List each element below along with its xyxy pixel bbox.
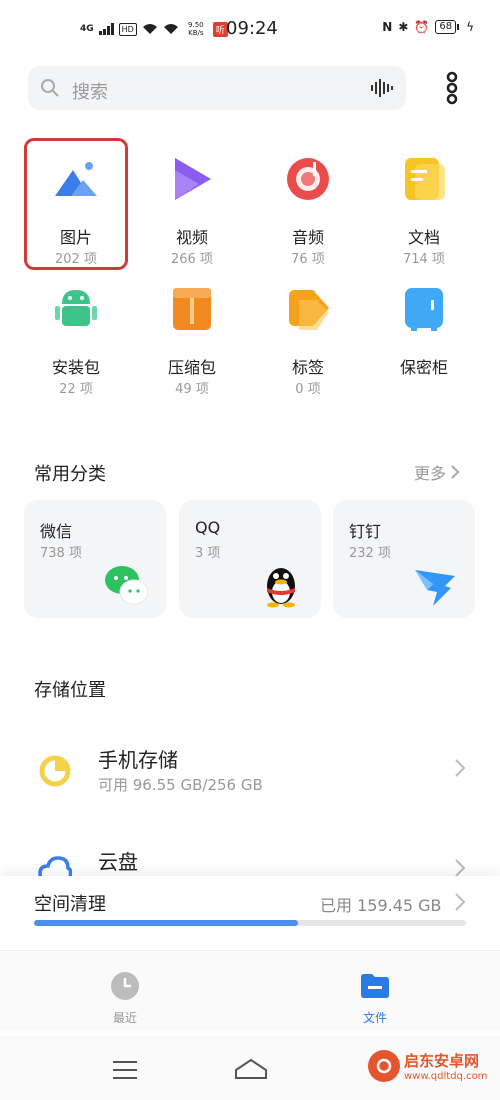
- wifi-icon: [163, 24, 178, 34]
- nfc-icon: N: [382, 20, 393, 34]
- folder-icon: [361, 974, 389, 998]
- network-type: 4G: [80, 24, 94, 34]
- category-label: 视频: [175, 228, 208, 247]
- space-cleanup-bar[interactable]: 空间清理 已用 159.45 GB: [0, 876, 500, 946]
- card-name: QQ: [195, 518, 221, 537]
- chevron-right-icon: [451, 465, 460, 479]
- watermark-url: www.qdltdq.com: [404, 1071, 488, 1082]
- cloud-storage-row[interactable]: 云盘: [0, 832, 500, 876]
- clock: 09:24: [226, 18, 278, 39]
- category-documents[interactable]: 文档 714 项: [374, 148, 474, 268]
- storage-name: 云盘: [98, 850, 138, 874]
- more-label: 更多: [414, 464, 447, 483]
- charging-icon: ϟ: [466, 20, 474, 34]
- bottom-nav: 最近 文件: [0, 950, 500, 1030]
- hd-badge: HD: [118, 22, 137, 36]
- safe-icon: [405, 288, 443, 331]
- card-name: 微信: [40, 522, 73, 541]
- category-label: 保密柜: [399, 358, 448, 377]
- cloud-icon: [38, 856, 72, 876]
- storage-available: 可用 96.55 GB/256 GB: [98, 776, 263, 794]
- storage-progress-fill: [34, 920, 298, 926]
- nav-label: 最近: [112, 1011, 137, 1025]
- more-link[interactable]: 更多: [414, 460, 460, 484]
- storage-progress-bar: [34, 920, 466, 926]
- category-apks[interactable]: 安装包 22 项: [26, 278, 126, 398]
- category-count: 714 项: [403, 252, 445, 267]
- category-videos[interactable]: 视频 266 项: [142, 148, 242, 268]
- tag-icon: [289, 290, 329, 330]
- category-label: 文档: [407, 228, 440, 247]
- battery-indicator: 68: [435, 20, 459, 34]
- card-count: 3 项: [195, 546, 221, 561]
- wifi-icon: [142, 24, 157, 34]
- phone-storage-row[interactable]: 手机存储 可用 96.55 GB/256 GB: [0, 730, 500, 820]
- card-qq[interactable]: QQ 3 项: [179, 500, 321, 618]
- category-label: 压缩包: [167, 358, 216, 377]
- card-count: 232 项: [349, 546, 391, 561]
- card-count: 738 项: [40, 546, 82, 561]
- status-left: 4G HD 9.50 KB/s 听: [80, 21, 228, 37]
- card-name: 钉钉: [349, 522, 382, 541]
- chevron-right-icon: [455, 859, 466, 876]
- document-icon: [405, 158, 445, 200]
- clock-icon: [111, 972, 139, 1000]
- chevron-right-icon: [455, 759, 466, 777]
- menu-icon[interactable]: [113, 1060, 137, 1080]
- android-icon: [55, 290, 97, 326]
- nav-recent[interactable]: 最近: [85, 971, 165, 1026]
- category-label: 标签: [291, 358, 324, 377]
- storage-section-title: 存储位置: [34, 680, 106, 701]
- watermark-name: 启东安卓网: [404, 1052, 480, 1070]
- category-safe[interactable]: 保密柜: [374, 278, 474, 398]
- qq-icon: [267, 568, 295, 608]
- video-icon: [175, 158, 211, 200]
- category-count: 49 项: [175, 382, 209, 397]
- music-icon: [287, 158, 329, 200]
- network-speed: 9.50 KB/s: [188, 21, 204, 37]
- zip-icon: [173, 288, 211, 330]
- more-menu-icon[interactable]: [440, 70, 464, 106]
- watermark-icon: [368, 1050, 400, 1082]
- status-bar: 4G HD 9.50 KB/s 听 09:24 N ✱ ⏰ 68 ϟ: [0, 0, 500, 62]
- category-count: 76 项: [291, 252, 325, 267]
- alarm-icon: ⏰: [414, 20, 430, 34]
- category-tags[interactable]: 标签 0 项: [258, 278, 358, 398]
- chevron-right-icon: [455, 893, 466, 911]
- signal-icon: [98, 23, 114, 35]
- search-bar[interactable]: 搜索: [28, 66, 406, 110]
- category-label: 音频: [291, 228, 324, 247]
- search-icon: [41, 79, 59, 97]
- nav-files[interactable]: 文件: [335, 971, 415, 1026]
- category-count: 266 项: [171, 252, 213, 267]
- card-dingtalk[interactable]: 钉钉 232 项: [333, 500, 475, 618]
- wechat-icon: [105, 566, 149, 605]
- bluetooth-icon: ✱: [398, 20, 409, 34]
- dingtalk-icon: [415, 570, 455, 606]
- cleanup-title: 空间清理: [34, 894, 106, 915]
- nav-label: 文件: [362, 1011, 387, 1025]
- category-count: 22 项: [59, 382, 93, 397]
- watermark-logo: 启东安卓网 www.qdltdq.com: [368, 1050, 487, 1082]
- phone-storage-icon: [39, 755, 71, 787]
- category-audio[interactable]: 音频 76 项: [258, 148, 358, 268]
- storage-name: 手机存储: [98, 748, 178, 772]
- highlight-annotation: [24, 138, 128, 270]
- category-label: 安装包: [51, 358, 100, 377]
- common-section-title: 常用分类: [34, 464, 106, 485]
- used-space: 已用 159.45 GB: [320, 896, 442, 915]
- home-icon[interactable]: [234, 1058, 268, 1080]
- category-count: 0 项: [295, 382, 321, 397]
- card-wechat[interactable]: 微信 738 项: [24, 500, 166, 618]
- voice-search-icon[interactable]: [370, 78, 394, 98]
- status-right: N ✱ ⏰ 68 ϟ: [382, 20, 474, 34]
- category-archives[interactable]: 压缩包 49 项: [142, 278, 242, 398]
- search-input[interactable]: 搜索: [72, 78, 108, 104]
